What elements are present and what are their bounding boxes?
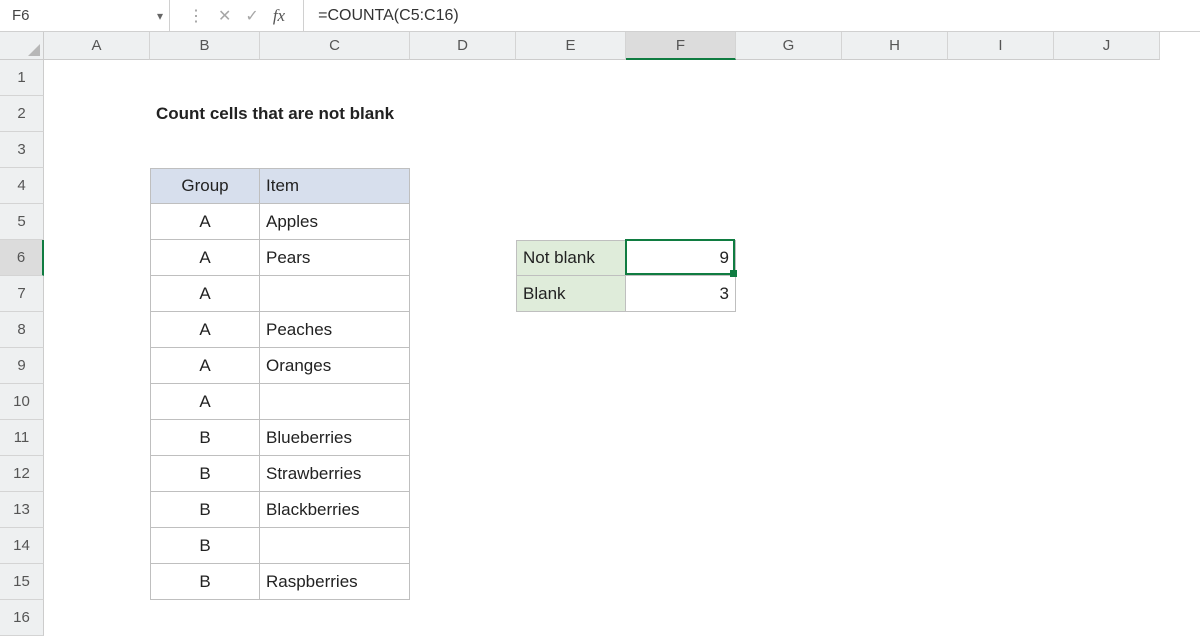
row-header-15[interactable]: 15 (0, 564, 44, 600)
column-header-C[interactable]: C (260, 32, 410, 60)
row-header-6[interactable]: 6 (0, 240, 44, 276)
row-header-10[interactable]: 10 (0, 384, 44, 420)
table-row-item[interactable] (260, 384, 410, 420)
row-header-16[interactable]: 16 (0, 600, 44, 636)
row-header-13[interactable]: 13 (0, 492, 44, 528)
cancel-icon[interactable]: ✕ (218, 6, 231, 26)
column-header-A[interactable]: A (44, 32, 150, 60)
select-all-corner[interactable] (0, 32, 44, 60)
table-row-item[interactable]: Raspberries (260, 564, 410, 600)
enter-icon[interactable]: ✓ (245, 6, 258, 26)
table-row-group[interactable]: B (150, 528, 260, 564)
table-row-group[interactable]: A (150, 204, 260, 240)
table-row-item[interactable] (260, 528, 410, 564)
column-header-G[interactable]: G (736, 32, 842, 60)
chevron-down-icon[interactable]: ▾ (157, 9, 163, 23)
table-row-item[interactable]: Strawberries (260, 456, 410, 492)
summary-value[interactable]: 9 (626, 240, 736, 276)
formula-text: =COUNTA(C5:C16) (318, 7, 459, 25)
table-row-group[interactable]: B (150, 492, 260, 528)
column-header-D[interactable]: D (410, 32, 516, 60)
column-header-H[interactable]: H (842, 32, 948, 60)
row-header-2[interactable]: 2 (0, 96, 44, 132)
column-header-F[interactable]: F (626, 32, 736, 60)
row-header-4[interactable]: 4 (0, 168, 44, 204)
table-row-group[interactable]: B (150, 564, 260, 600)
table-row-group[interactable]: A (150, 240, 260, 276)
table-row-item[interactable]: Pears (260, 240, 410, 276)
row-header-12[interactable]: 12 (0, 456, 44, 492)
row-header-1[interactable]: 1 (0, 60, 44, 96)
table-row-group[interactable]: A (150, 348, 260, 384)
table-row-item[interactable]: Blueberries (260, 420, 410, 456)
table-row-group[interactable]: A (150, 276, 260, 312)
more-icon[interactable]: ⋮ (188, 6, 204, 26)
formula-bar: F6 ▾ ⋮ ✕ ✓ fx =COUNTA(C5:C16) (0, 0, 1200, 32)
table-row-group[interactable]: A (150, 312, 260, 348)
formula-bar-buttons: ⋮ ✕ ✓ fx (170, 6, 303, 26)
column-headers: ABCDEFGHIJ (44, 32, 1160, 60)
row-header-8[interactable]: 8 (0, 312, 44, 348)
row-header-7[interactable]: 7 (0, 276, 44, 312)
row-header-3[interactable]: 3 (0, 132, 44, 168)
table-row-item[interactable] (260, 276, 410, 312)
summary-label: Not blank (516, 240, 626, 276)
formula-input[interactable]: =COUNTA(C5:C16) (304, 0, 1200, 31)
table-header-item: Item (260, 168, 410, 204)
table-row-group[interactable]: B (150, 456, 260, 492)
table-header-group: Group (150, 168, 260, 204)
row-header-5[interactable]: 5 (0, 204, 44, 240)
row-header-14[interactable]: 14 (0, 528, 44, 564)
name-box[interactable]: F6 ▾ (0, 0, 170, 31)
table-row-item[interactable]: Peaches (260, 312, 410, 348)
name-box-value: F6 (12, 7, 30, 24)
table-row-group[interactable]: A (150, 384, 260, 420)
column-header-J[interactable]: J (1054, 32, 1160, 60)
table-row-group[interactable]: B (150, 420, 260, 456)
row-header-11[interactable]: 11 (0, 420, 44, 456)
table-row-item[interactable]: Oranges (260, 348, 410, 384)
summary-value[interactable]: 3 (626, 276, 736, 312)
column-header-E[interactable]: E (516, 32, 626, 60)
table-row-item[interactable]: Blackberries (260, 492, 410, 528)
table-row-item[interactable]: Apples (260, 204, 410, 240)
page-title: Count cells that are not blank (150, 96, 516, 132)
column-header-I[interactable]: I (948, 32, 1054, 60)
excel-window: F6 ▾ ⋮ ✕ ✓ fx =COUNTA(C5:C16) ABCDEFGHIJ… (0, 0, 1200, 630)
summary-label: Blank (516, 276, 626, 312)
column-header-B[interactable]: B (150, 32, 260, 60)
row-header-9[interactable]: 9 (0, 348, 44, 384)
row-headers: 12345678910111213141516 (0, 60, 44, 636)
fx-icon[interactable]: fx (273, 6, 295, 26)
